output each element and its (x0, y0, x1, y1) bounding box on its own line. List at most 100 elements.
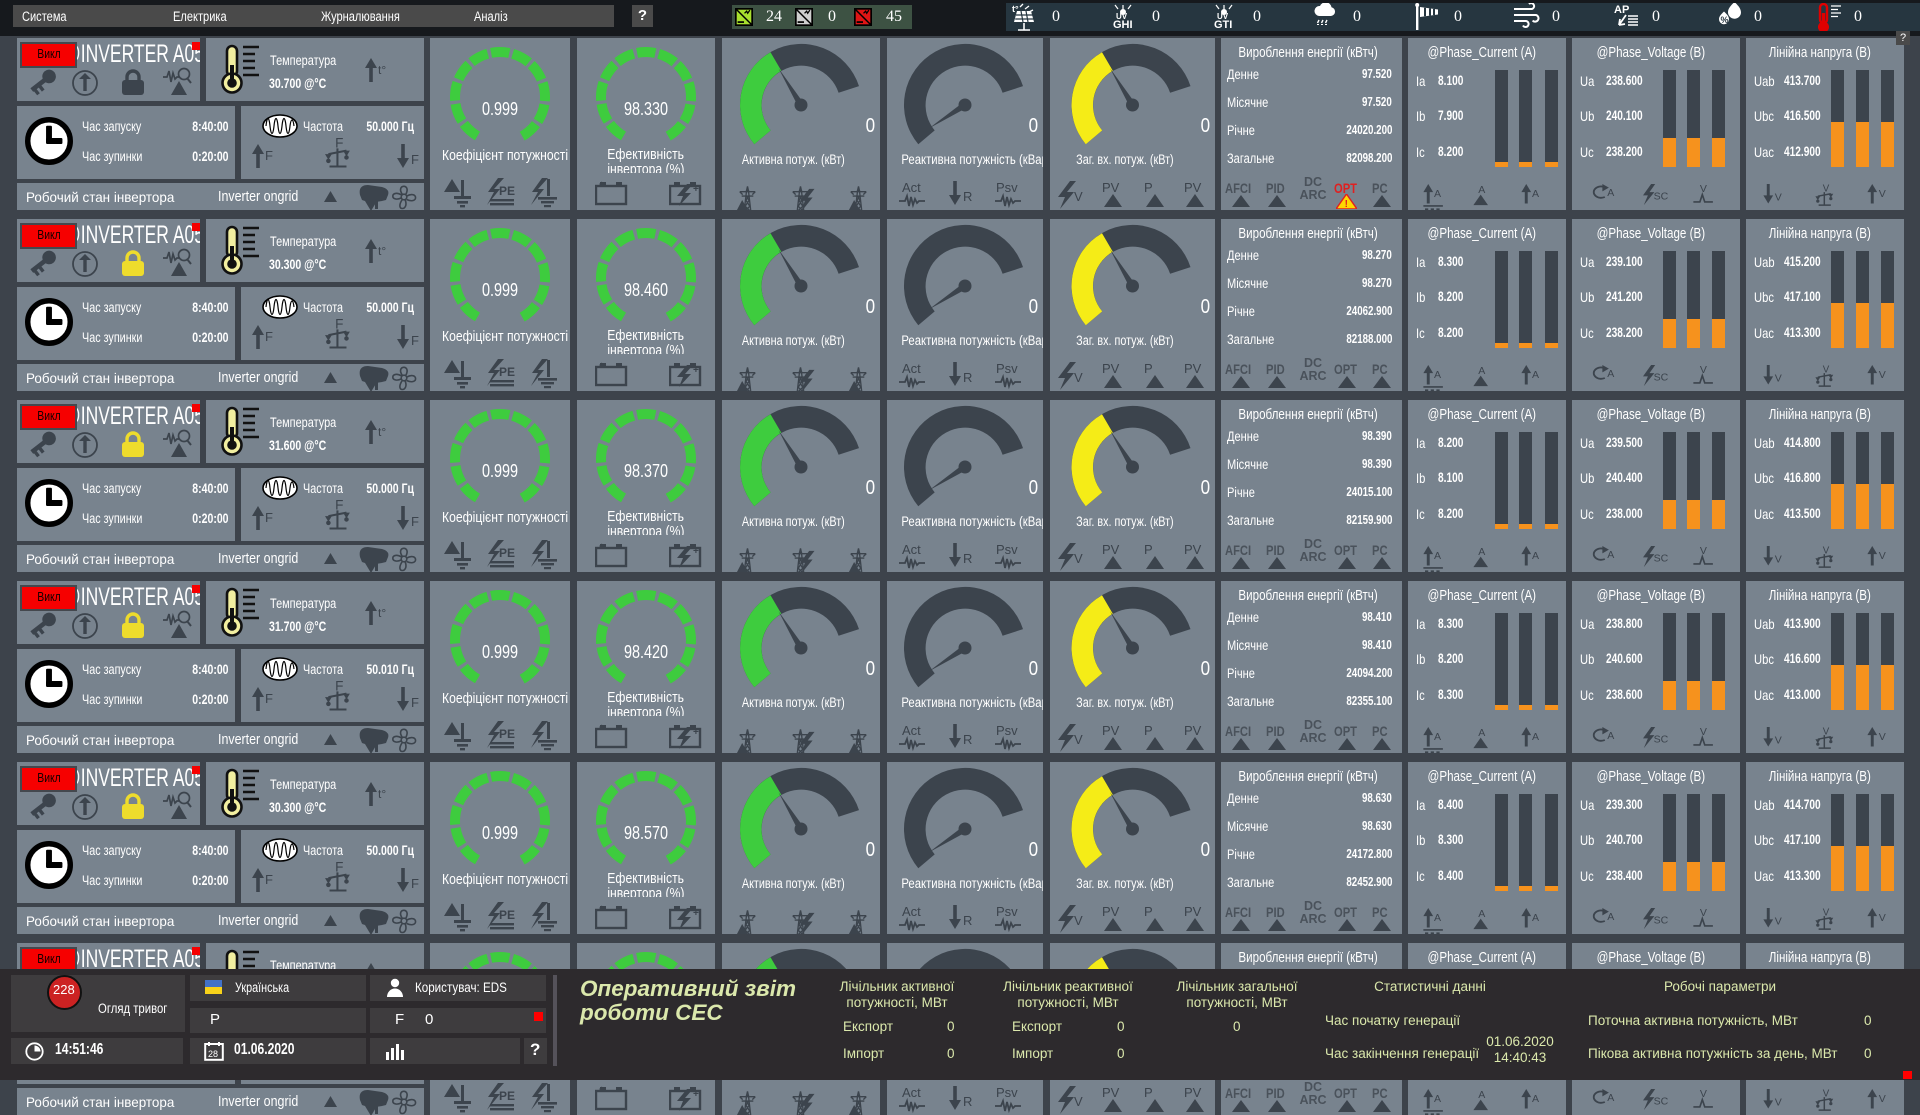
svg-text:PV: PV (1184, 905, 1202, 919)
svg-text:+: + (693, 908, 699, 919)
svg-text:PV: PV (1184, 543, 1202, 557)
svg-text:A: A (1532, 1093, 1540, 1105)
svg-text:+: + (599, 360, 604, 370)
svg-text:A: A (1434, 188, 1442, 200)
svg-text:A: A (1607, 549, 1615, 561)
svg-text:-: - (618, 541, 621, 551)
svg-text:A: A (1434, 550, 1442, 562)
svg-text:PV: PV (1184, 724, 1202, 738)
svg-text:AP: AP (1614, 4, 1629, 16)
svg-text:V: V (1775, 1096, 1782, 1108)
svg-text:+: + (599, 1084, 604, 1094)
svg-text:A: A (1434, 731, 1442, 743)
svg-text:F: F (411, 876, 419, 891)
svg-text:F: F (265, 872, 273, 887)
svg-text:PV: PV (1102, 181, 1120, 195)
svg-text:V: V (1775, 915, 1782, 927)
svg-text:SC: SC (1654, 552, 1669, 564)
svg-text:+: + (599, 541, 604, 551)
svg-text:A: A (1532, 188, 1540, 200)
svg-text:V: V (1775, 553, 1782, 565)
svg-text:V: V (1775, 734, 1782, 746)
svg-text:P: P (1144, 362, 1153, 376)
svg-text:t°: t° (378, 787, 386, 801)
svg-text:A: A (1478, 908, 1486, 920)
svg-text:V: V (1700, 546, 1707, 557)
svg-text:A: A (1478, 546, 1486, 558)
svg-text:SC: SC (1654, 1095, 1669, 1107)
svg-text:A: A (1607, 911, 1615, 923)
svg-text:F: F (335, 861, 343, 874)
svg-text:A: A (1532, 731, 1540, 743)
svg-text:PV: PV (1102, 1086, 1120, 1100)
svg-text:V: V (1879, 188, 1886, 200)
svg-text:V: V (1879, 912, 1886, 924)
svg-text:V: V (1074, 913, 1083, 928)
svg-text:+: + (599, 722, 604, 732)
svg-text:Act: Act (902, 724, 921, 738)
svg-text:F: F (265, 510, 273, 525)
svg-text:-: - (618, 179, 621, 189)
svg-text:+: + (693, 727, 699, 738)
svg-text:PV: PV (1184, 362, 1202, 376)
svg-text:PV: PV (1102, 543, 1120, 557)
svg-text:PV: PV (1102, 724, 1120, 738)
svg-text:A: A (1607, 1092, 1615, 1104)
svg-text:R: R (963, 370, 972, 385)
svg-text:SC: SC (1654, 914, 1669, 926)
svg-text:PE: PE (499, 546, 515, 560)
svg-text:F: F (335, 499, 343, 512)
svg-text:A: A (1478, 1089, 1486, 1101)
svg-text:F: F (411, 152, 419, 167)
svg-text:Psv: Psv (996, 905, 1018, 919)
svg-text:-: - (618, 1084, 621, 1094)
svg-text:PV: PV (1184, 181, 1202, 195)
svg-text:V: V (1074, 732, 1083, 747)
svg-text:A: A (1434, 369, 1442, 381)
svg-text:%: % (1721, 15, 1729, 25)
svg-text:V: V (1700, 727, 1707, 738)
svg-text:F: F (265, 691, 273, 706)
svg-text:A: A (1532, 550, 1540, 562)
svg-text:t°: t° (378, 425, 386, 439)
svg-text:V: V (1074, 189, 1083, 204)
svg-text:P: P (1144, 181, 1153, 195)
svg-text:R: R (963, 732, 972, 747)
svg-text:P: P (1144, 905, 1153, 919)
svg-text:A: A (1434, 912, 1442, 924)
svg-text:t°: t° (378, 63, 386, 77)
svg-text:P: P (1144, 724, 1153, 738)
svg-text:!: ! (1345, 199, 1348, 209)
svg-text:PE: PE (499, 184, 515, 198)
svg-text:R: R (963, 1094, 972, 1109)
svg-text:V: V (1879, 369, 1886, 381)
svg-text:F: F (335, 318, 343, 331)
svg-text:V: V (1879, 550, 1886, 562)
svg-text:A: A (1478, 365, 1486, 377)
svg-text:F: F (265, 148, 273, 163)
svg-text:PE: PE (499, 727, 515, 741)
svg-text:V: V (1700, 1089, 1707, 1100)
svg-text:V: V (1074, 370, 1083, 385)
svg-text:Act: Act (902, 905, 921, 919)
svg-text:GTI: GTI (1214, 19, 1232, 31)
svg-text:Act: Act (902, 543, 921, 557)
svg-text:F: F (335, 137, 343, 150)
svg-text:P: P (1144, 543, 1153, 557)
svg-text:SC: SC (1654, 190, 1669, 202)
svg-text:A: A (1478, 727, 1486, 739)
svg-text:A: A (1607, 730, 1615, 742)
svg-text:A: A (1434, 1093, 1442, 1105)
svg-text:+: + (693, 184, 699, 195)
svg-text:A: A (1532, 912, 1540, 924)
svg-text:+: + (599, 179, 604, 189)
svg-text:V: V (1775, 191, 1782, 203)
svg-text:A: A (1607, 368, 1615, 380)
svg-text:+: + (693, 365, 699, 376)
svg-text:+: + (693, 1089, 699, 1100)
svg-text:PE: PE (499, 365, 515, 379)
svg-text:V: V (1700, 184, 1707, 195)
svg-text:PV: PV (1102, 362, 1120, 376)
svg-text:Psv: Psv (996, 543, 1018, 557)
svg-text:R: R (963, 189, 972, 204)
